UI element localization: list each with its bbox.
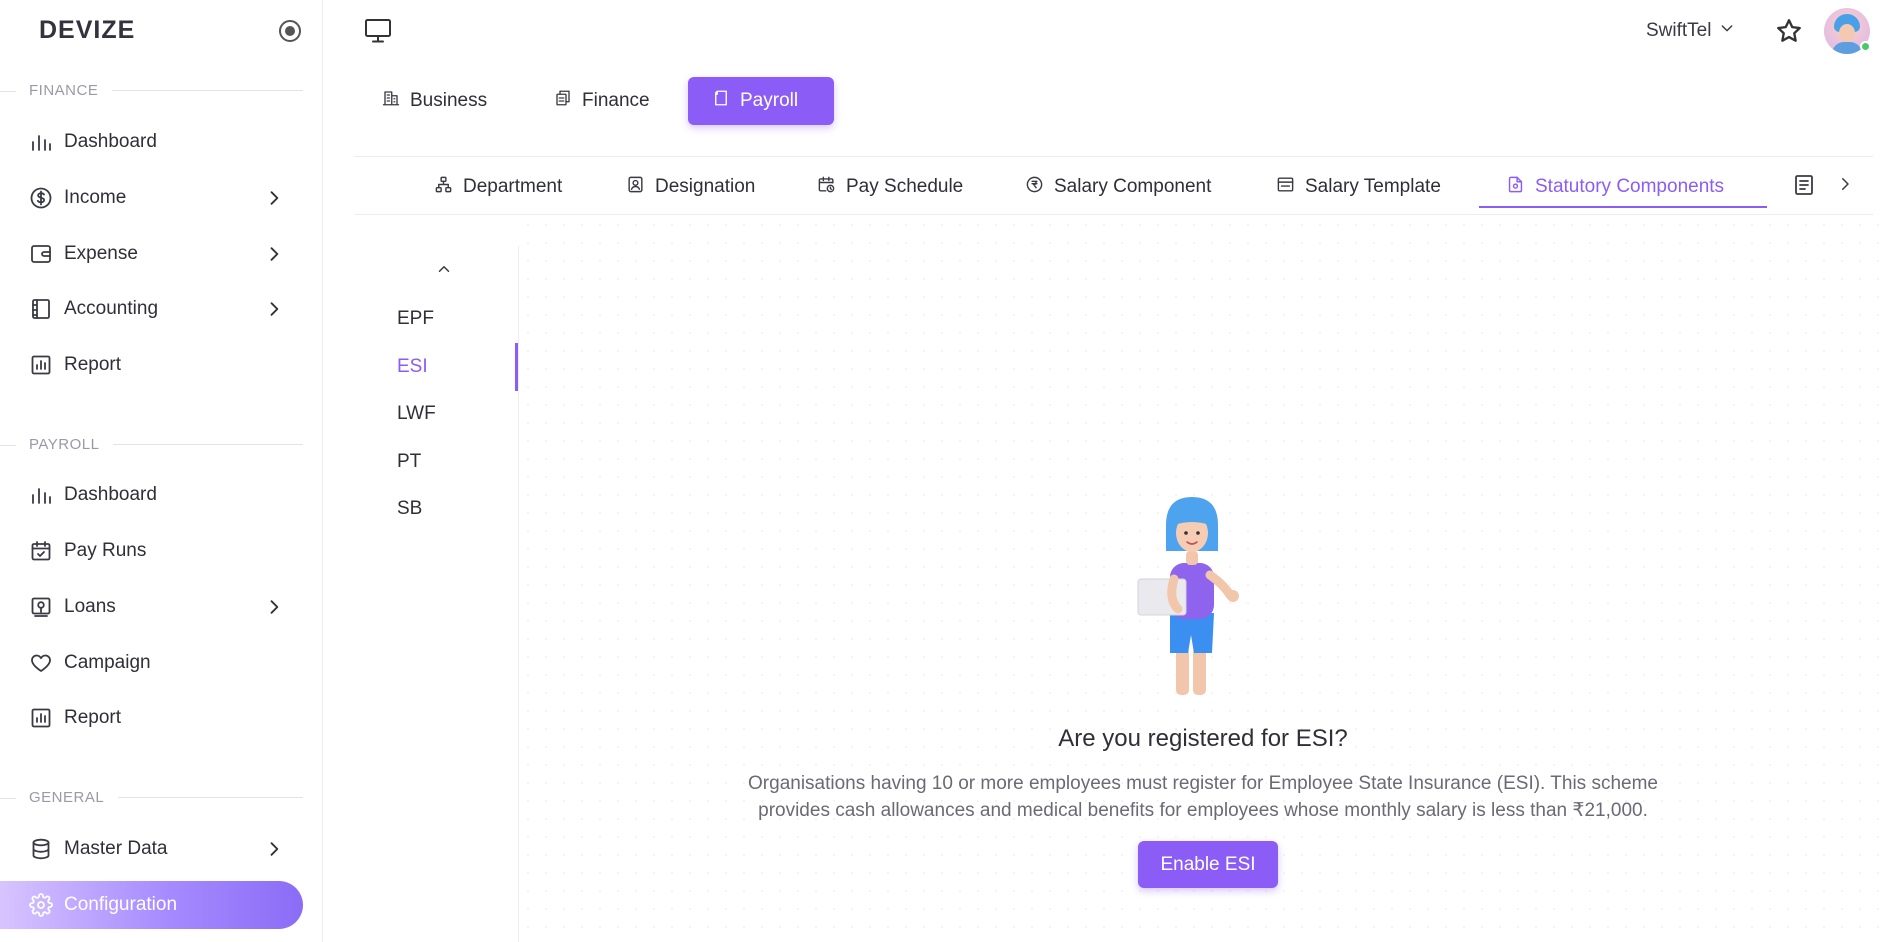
sidebar-item-label: Configuration — [64, 894, 178, 915]
tab-label: Finance — [582, 90, 650, 111]
report-icon — [28, 352, 54, 378]
sidebar-item-pay-runs[interactable]: Pay Runs — [28, 531, 284, 571]
sidebar-item-finance-dashboard[interactable]: Dashboard — [28, 122, 284, 162]
bar-chart-icon — [28, 129, 54, 155]
calendar-clock-icon — [817, 175, 846, 200]
notebook-icon — [712, 89, 740, 113]
section-label: PAYROLL — [29, 436, 100, 453]
chevron-right-icon — [264, 597, 284, 617]
sidebar-item-accounting[interactable]: Accounting — [28, 289, 284, 329]
dollar-circle-icon — [28, 185, 54, 211]
list-item-esi[interactable]: ESI — [397, 356, 428, 378]
enable-esi-button[interactable]: Enable ESI — [1138, 841, 1278, 888]
tab-label: Payroll — [740, 90, 799, 111]
sidebar-item-label: Report — [64, 707, 122, 728]
ledger-icon — [28, 296, 54, 322]
sidebar-item-label: Pay Runs — [64, 540, 147, 561]
wallet-icon — [28, 241, 54, 267]
tab-label: Designation — [655, 176, 756, 197]
hierarchy-icon — [434, 175, 463, 200]
sidebar-item-label: Dashboard — [64, 484, 157, 505]
list-item-sb[interactable]: SB — [397, 498, 422, 520]
tab-salary-template[interactable]: Salary Template — [1276, 168, 1441, 206]
tab-statutory-components[interactable]: Statutory Components — [1506, 168, 1724, 206]
sidebar-item-label: Report — [64, 354, 122, 375]
tab-label: Salary Template — [1305, 176, 1441, 197]
brand-logo: DEVIZE — [39, 16, 136, 44]
empty-state-description: Organisations having 10 or more employee… — [748, 773, 1658, 821]
coin-icon — [1025, 175, 1054, 200]
sidebar-item-payroll-report[interactable]: Report — [28, 698, 284, 738]
chevron-right-icon — [264, 839, 284, 859]
sidebar-toggle-icon[interactable] — [279, 20, 301, 42]
sidebar-item-label: Dashboard — [64, 131, 157, 152]
template-icon — [1276, 175, 1305, 200]
list-item-pt[interactable]: PT — [397, 451, 421, 473]
document-list-icon[interactable] — [1794, 174, 1814, 201]
sidebar-item-finance-report[interactable]: Report — [28, 345, 284, 385]
tab-label: Business — [410, 90, 488, 111]
online-status-dot — [1860, 41, 1871, 52]
section-payroll: PAYROLL — [0, 436, 303, 453]
tab-designation[interactable]: Designation — [626, 168, 755, 206]
monitor-icon[interactable] — [364, 18, 392, 44]
empty-state-title: Are you registered for ESI? — [1058, 725, 1348, 752]
company-name: SwiftTel — [1646, 20, 1712, 41]
documents-icon — [554, 89, 582, 113]
sidebar-item-label: Accounting — [64, 298, 159, 319]
active-list-indicator — [515, 343, 518, 391]
heart-icon — [28, 650, 54, 676]
id-badge-icon — [626, 175, 655, 200]
report-icon — [28, 705, 54, 731]
list-item-epf[interactable]: EPF — [397, 308, 434, 330]
sidebar-item-label: Income — [64, 187, 127, 208]
tab-department[interactable]: Department — [434, 168, 562, 206]
tab-pay-schedule[interactable]: Pay Schedule — [817, 168, 963, 206]
sidebar-item-expense[interactable]: Expense — [28, 234, 284, 274]
section-label: GENERAL — [29, 789, 105, 806]
company-switcher[interactable]: SwiftTel — [1646, 20, 1735, 42]
sidebar-item-label: Loans — [64, 596, 116, 617]
tab-label: Statutory Components — [1535, 176, 1725, 197]
sidebar: DEVIZE FINANCE Dashboard Income Expense … — [0, 0, 323, 942]
section-finance: FINANCE — [0, 82, 303, 99]
building-icon — [382, 89, 410, 113]
tab-salary-component[interactable]: Salary Component — [1025, 168, 1211, 206]
illustration-woman-laptop — [1120, 495, 1260, 700]
star-icon[interactable] — [1775, 17, 1803, 45]
tab-finance[interactable]: Finance — [530, 77, 678, 125]
document-settings-icon — [1506, 175, 1535, 200]
tab-label: Pay Schedule — [846, 176, 964, 197]
active-tab-underline — [1479, 206, 1767, 208]
sidebar-item-master-data[interactable]: Master Data — [28, 829, 284, 869]
gear-icon — [28, 892, 54, 918]
chevron-up-icon[interactable] — [435, 260, 453, 283]
sidebar-item-configuration[interactable]: Configuration — [0, 881, 303, 929]
sidebar-item-campaign[interactable]: Campaign — [28, 643, 284, 683]
sidebar-item-payroll-dashboard[interactable]: Dashboard — [28, 475, 284, 515]
loan-icon — [28, 594, 54, 620]
chevron-right-icon — [264, 244, 284, 264]
sidebar-item-income[interactable]: Income — [28, 178, 284, 218]
sidebar-item-loans[interactable]: Loans — [28, 587, 284, 627]
chevron-right-icon — [264, 299, 284, 319]
tab-payroll[interactable]: Payroll — [688, 77, 834, 125]
sidebar-item-label: Campaign — [64, 652, 151, 673]
tab-label: Salary Component — [1054, 176, 1212, 197]
database-icon — [28, 836, 54, 862]
tab-business[interactable]: Business — [358, 77, 515, 125]
list-item-lwf[interactable]: LWF — [397, 403, 436, 425]
chevron-down-icon — [1719, 20, 1735, 42]
sidebar-item-label: Master Data — [64, 838, 168, 859]
chevron-right-icon — [264, 188, 284, 208]
sidebar-item-label: Expense — [64, 243, 138, 264]
tab-label: Department — [463, 176, 563, 197]
section-label: FINANCE — [29, 82, 99, 99]
calendar-check-icon — [28, 538, 54, 564]
bar-chart-icon — [28, 482, 54, 508]
chevron-right-icon[interactable] — [1836, 175, 1854, 198]
section-general: GENERAL — [0, 789, 303, 806]
